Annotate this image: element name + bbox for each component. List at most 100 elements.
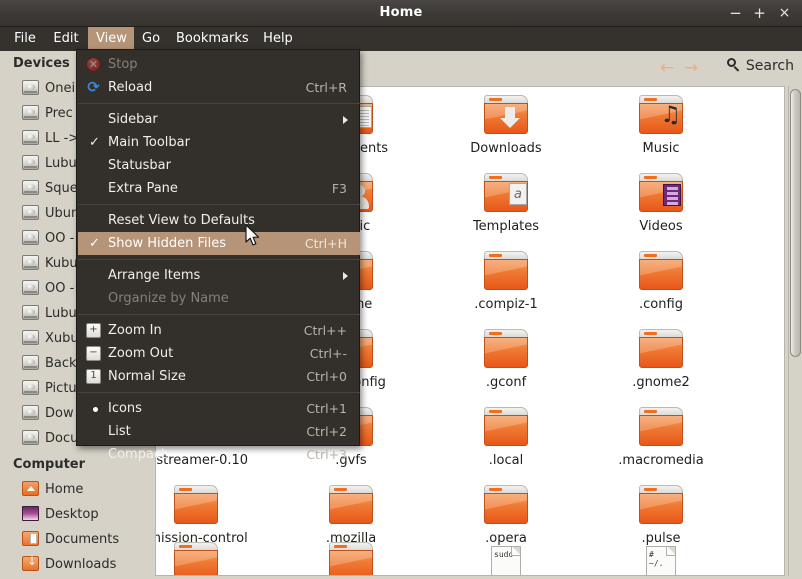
menu-item-label: Reset View to Defaults xyxy=(108,213,255,228)
file-label: .gconf xyxy=(485,375,527,390)
menu-item-label: Zoom In xyxy=(108,323,162,338)
folder-icon xyxy=(637,485,685,529)
vertical-scrollbar[interactable] xyxy=(788,86,802,576)
menu-item-zoom-in[interactable]: + Zoom In Ctrl++ xyxy=(78,319,360,342)
sidebar-item-downloads[interactable]: Downloads xyxy=(22,553,116,577)
sidebar-item-lubu[interactable]: Lubu xyxy=(22,302,77,326)
folder-body xyxy=(639,493,683,524)
folder-icon xyxy=(172,542,220,575)
file-item[interactable]: .gnome2 xyxy=(586,329,736,390)
menubar-item-go[interactable]: Go xyxy=(134,27,168,51)
menu-item-label: Extra Pane xyxy=(108,181,178,196)
file-item[interactable]: # ~/. xyxy=(586,542,736,575)
search-label: Search xyxy=(745,58,794,74)
sidebar-item-label: Back xyxy=(45,356,77,371)
menu-item-shortcut: Ctrl+- xyxy=(309,346,347,361)
menu-item-sidebar[interactable]: Sidebar xyxy=(78,108,360,131)
sidebar-item-sque[interactable]: Sque xyxy=(22,177,78,201)
folder-icon xyxy=(482,329,530,373)
search-button[interactable]: Search xyxy=(726,58,794,78)
menu-item-icons[interactable]: Icons Ctrl+1 xyxy=(78,397,360,420)
sidebar-item-xubu[interactable]: Xubu xyxy=(22,327,79,351)
file-item[interactable]: a Templates xyxy=(431,173,581,234)
menu-item-arrange-items[interactable]: Arrange Items xyxy=(78,264,360,287)
file-item[interactable]: .local xyxy=(431,407,581,468)
folder-icon xyxy=(482,95,530,139)
file-item[interactable]: .mission-control xyxy=(156,485,271,546)
sidebar-item-back[interactable]: Back xyxy=(22,352,77,376)
menu-item-statusbar[interactable]: Statusbar xyxy=(78,154,360,177)
normal-size-icon: 1 xyxy=(86,369,101,384)
file-item[interactable]: Videos xyxy=(586,173,736,234)
desktop-icon xyxy=(22,506,39,521)
sidebar-item-prec[interactable]: Prec xyxy=(22,102,73,126)
menu-item-main-toolbar[interactable]: ✓ Main Toolbar xyxy=(78,131,360,154)
downloads-folder-icon xyxy=(22,554,39,571)
folder-body xyxy=(329,550,373,575)
menubar-item-bookmarks[interactable]: Bookmarks xyxy=(168,27,254,51)
sidebar-item-dow[interactable]: Dow xyxy=(22,402,74,426)
scrollbar-thumb[interactable] xyxy=(790,89,801,357)
menu-item-shortcut: Ctrl+1 xyxy=(306,401,347,416)
menu-item-reset-view-to-defaults[interactable]: Reset View to Defaults xyxy=(78,209,360,232)
file-item[interactable]: .pulse xyxy=(586,485,736,546)
menu-item-normal-size[interactable]: 1 Normal Size Ctrl+0 xyxy=(78,365,360,388)
folder-icon xyxy=(482,485,530,529)
sidebar-item-docu[interactable]: Docu xyxy=(22,427,78,451)
zoom-in-icon: + xyxy=(86,323,101,338)
menu-item-shortcut: Ctrl+0 xyxy=(306,369,347,384)
sidebar-item-oo-[interactable]: OO - xyxy=(22,227,74,251)
folder-body xyxy=(174,493,218,524)
sidebar-item-desktop[interactable]: Desktop xyxy=(22,503,99,527)
forward-arrow-icon[interactable]: → xyxy=(680,59,702,77)
menu-item-zoom-out[interactable]: − Zoom Out Ctrl+- xyxy=(78,342,360,365)
menu-item-compact[interactable]: Compact Ctrl+3 xyxy=(78,443,360,466)
menu-item-extra-pane[interactable]: Extra Pane F3 xyxy=(78,177,360,200)
view-dropdown-menu[interactable]: ✕ Stop ⟳ Reload Ctrl+R Sidebar ✓ Main Toolbar St… xyxy=(76,49,360,462)
sidebar-item-home[interactable]: Home xyxy=(22,478,83,502)
menu-item-label: Icons xyxy=(108,401,142,416)
file-item[interactable]: .macromedia xyxy=(586,407,736,468)
sidebar-item-pictu[interactable]: Pictu xyxy=(22,377,77,401)
maximize-button[interactable]: + xyxy=(750,4,769,23)
file-item[interactable] xyxy=(276,542,426,575)
sidebar-item-label: Dow xyxy=(45,406,74,421)
sidebar-item-ubun[interactable]: Ubun xyxy=(22,202,79,226)
sidebar-item-documents[interactable]: Documents xyxy=(22,528,119,552)
menubar-item-help[interactable]: Help xyxy=(254,27,302,51)
sidebar-heading-devices: Devices xyxy=(13,56,70,71)
music-note-glyph-icon: ♫ xyxy=(660,102,681,128)
file-label: .compiz-1 xyxy=(474,297,538,312)
stop-icon: ✕ xyxy=(86,57,101,72)
menu-item-show-hidden-files[interactable]: ✓ Show Hidden Files Ctrl+H xyxy=(78,232,360,255)
sidebar-item-ll-[interactable]: LL -> xyxy=(22,127,79,151)
folder-icon xyxy=(637,329,685,373)
checkmark-icon: ✓ xyxy=(89,236,100,251)
sidebar-item-oo-[interactable]: OO - xyxy=(22,277,74,301)
file-item[interactable]: .mozilla xyxy=(276,485,426,546)
folder-icon: ♫ xyxy=(637,95,685,139)
menu-item-reload[interactable]: ⟳ Reload Ctrl+R xyxy=(78,76,360,99)
file-item[interactable]: .compiz-1 xyxy=(431,251,581,312)
sidebar-item-lubu[interactable]: Lubu xyxy=(22,152,77,176)
file-item[interactable]: ♫ Music xyxy=(586,95,736,156)
file-item[interactable]: .opera xyxy=(431,485,581,546)
menubar-item-view[interactable]: View xyxy=(88,27,134,51)
file-item[interactable]: Downloads xyxy=(431,95,581,156)
menu-item-label: List xyxy=(108,424,131,439)
sidebar-item-kubu[interactable]: Kubu xyxy=(22,252,78,276)
menubar-item-file[interactable]: File xyxy=(6,27,44,51)
file-item[interactable]: .config xyxy=(586,251,736,312)
sidebar-item-label: Xubu xyxy=(45,331,79,346)
file-item[interactable] xyxy=(156,542,271,575)
back-arrow-icon[interactable]: ← xyxy=(656,59,678,77)
menu-separator xyxy=(78,103,360,104)
minimize-button[interactable]: − xyxy=(726,4,745,23)
file-item[interactable]: sudo xyxy=(431,542,581,575)
sidebar-item-onei[interactable]: Onei xyxy=(22,77,75,101)
menubar-item-edit[interactable]: Edit xyxy=(44,27,88,51)
close-button[interactable]: × xyxy=(775,4,794,23)
file-item[interactable]: .gconf xyxy=(431,329,581,390)
menu-item-list[interactable]: List Ctrl+2 xyxy=(78,420,360,443)
drive-icon xyxy=(22,405,39,420)
